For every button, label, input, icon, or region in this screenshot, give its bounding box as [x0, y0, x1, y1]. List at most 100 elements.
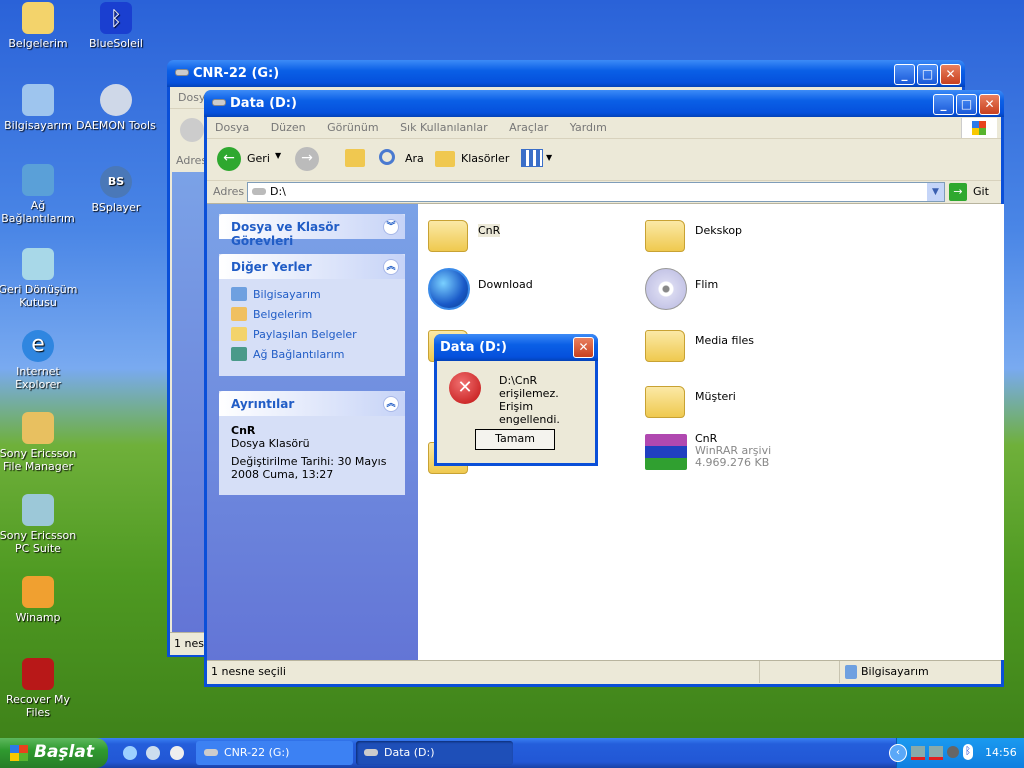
drive-icon [252, 188, 266, 195]
ie-quicklaunch-icon[interactable] [123, 746, 137, 760]
collapse-icon[interactable]: ︽ [383, 259, 399, 275]
back-button[interactable]: ← Geri ▼ [217, 147, 285, 171]
ok-button[interactable]: Tamam [475, 429, 555, 450]
desktop-icon-belgelerim[interactable]: Belgelerim [0, 2, 78, 50]
desktop-icon-se-file-manager[interactable]: Sony Ericsson File Manager [0, 412, 78, 473]
show-hidden-icons-button[interactable]: ‹ [889, 744, 907, 762]
go-button[interactable]: → Git [949, 183, 999, 201]
system-tray: ‹ ᛒ 14:56 [889, 738, 1024, 768]
maximize-button[interactable]: □ [956, 94, 977, 115]
media-player-quicklaunch-icon[interactable] [170, 746, 184, 760]
bluetooth-icon: ᛒ [100, 2, 132, 34]
daemon-tools-icon [100, 84, 132, 116]
file-item-dekskop[interactable]: Dekskop [645, 212, 845, 256]
menu-gorunum[interactable]: Görünüm [327, 121, 378, 134]
explorer-window[interactable]: Data (D:) _ □ ✕ Dosya Düzen Görünüm Sık … [204, 90, 1004, 687]
network-disconnected-icon[interactable] [911, 746, 925, 760]
desktop-quicklaunch-icon[interactable] [146, 746, 160, 760]
ie-icon: e [22, 330, 54, 362]
file-item-musteri[interactable]: Müşteri [645, 378, 845, 422]
file-item-cnr-archive[interactable]: CnR WinRAR arşivi 4.969.276 KB [645, 430, 845, 474]
details-type: Dosya Klasörü [231, 437, 310, 450]
chevron-down-icon[interactable]: ▼ [927, 183, 944, 201]
expand-icon[interactable]: ︾ [383, 219, 399, 235]
windows-logo-icon [10, 745, 28, 761]
link-bilgisayarim[interactable]: Bilgisayarım [219, 285, 405, 305]
menubar: Dosya Düzen Görünüm Sık Kullanılanlar Ar… [207, 117, 1001, 139]
error-dialog[interactable]: Data (D:) ✕ ✕ D:\CnR erişilemez. Erişim … [434, 334, 598, 466]
file-item-flim[interactable]: Flim [645, 266, 845, 310]
pc-suite-icon [22, 494, 54, 526]
file-folder-tasks-panel[interactable]: Dosya ve Klasör Görevleri ︾ [219, 214, 405, 248]
start-button[interactable]: Başlat [0, 738, 108, 768]
network-icon [231, 347, 247, 361]
file-item-download[interactable]: Download [428, 266, 628, 310]
recycle-bin-icon [22, 248, 54, 280]
forward-button[interactable]: → [295, 147, 319, 171]
desktop-icon-bluesoleil[interactable]: ᛒ BlueSoleil [76, 2, 156, 50]
task-pane: Dosya ve Klasör Görevleri ︾ Diğer Yerler ︽… [207, 204, 418, 660]
details-panel: Ayrıntılar ︽ CnR Dosya Klasörü Değiştiril… [219, 391, 405, 495]
link-network[interactable]: Ağ Bağlantılarım [219, 345, 405, 365]
menu-dosya[interactable]: Dosya [215, 121, 249, 134]
other-places-panel: Diğer Yerler ︽ Bilgisayarım Belgelerim Pa… [219, 254, 405, 376]
desktop-icon-network[interactable]: Ağ Bağlantılarım [0, 164, 78, 225]
desktop-icon-recycle[interactable]: Geri Dönüşüm Kutusu [0, 248, 78, 309]
details-name: CnR [231, 424, 256, 437]
back-arrow-icon[interactable] [180, 118, 204, 142]
file-manager-icon [22, 412, 54, 444]
menu-favorites[interactable]: Sık Kullanılanlar [400, 121, 488, 134]
winamp-icon [22, 576, 54, 608]
file-item-cnr-folder[interactable]: CnR [428, 212, 628, 256]
search-button[interactable]: Ara [379, 147, 429, 171]
menu-araclar[interactable]: Araçlar [509, 121, 548, 134]
desktop-icon-se-pc-suite[interactable]: Sony Ericsson PC Suite [0, 494, 78, 555]
maximize-button[interactable]: □ [917, 64, 938, 85]
menu-yardim[interactable]: Yardım [570, 121, 607, 134]
network-disconnected-icon[interactable] [929, 746, 943, 760]
chevron-down-icon[interactable]: ▼ [275, 151, 281, 160]
folders-button[interactable]: Klasörler [435, 147, 515, 171]
desktop-icon-ie[interactable]: e Internet Explorer [0, 330, 78, 391]
views-button[interactable]: ▼ [521, 149, 555, 169]
collapse-icon[interactable]: ︽ [383, 396, 399, 412]
error-message: D:\CnR erişilemez. [499, 374, 559, 400]
taskbar-task-data[interactable]: Data (D:) [356, 741, 513, 765]
address-input[interactable]: D:\ ▼ [247, 182, 945, 202]
folder-icon [231, 327, 247, 341]
link-shared-documents[interactable]: Paylaşılan Belgeler [219, 325, 405, 345]
winrar-icon [645, 434, 687, 470]
link-belgelerim[interactable]: Belgelerim [219, 305, 405, 325]
folder-icon [645, 330, 685, 362]
back-window-titlebar[interactable]: CNR-22 (G:) _ □ ✕ [167, 60, 965, 87]
window-titlebar[interactable]: Data (D:) _ □ ✕ [204, 90, 1004, 117]
volume-icon[interactable] [947, 746, 959, 758]
up-folder-icon[interactable] [345, 149, 365, 167]
go-arrow-icon: → [949, 183, 967, 201]
minimize-button[interactable]: _ [894, 64, 915, 85]
my-computer-icon [22, 84, 54, 116]
desktop-icon-recover[interactable]: Recover My Files [0, 658, 78, 719]
folder-icon [428, 220, 468, 252]
file-item-media-files[interactable]: Media files [645, 322, 845, 366]
network-icon [22, 164, 54, 196]
desktop-icon-bilgisayarim[interactable]: Bilgisayarım [0, 84, 78, 132]
windows-logo-icon [961, 118, 997, 138]
status-bar: 1 nesne seçili Bilgisayarım [207, 660, 1001, 683]
close-button[interactable]: ✕ [940, 64, 961, 85]
address-label: Adres [213, 185, 245, 198]
menu-duzen[interactable]: Düzen [271, 121, 306, 134]
my-computer-icon [845, 665, 857, 679]
desktop-icon-daemon[interactable]: DAEMON Tools [76, 84, 156, 132]
bluetooth-icon[interactable]: ᛒ [963, 744, 973, 760]
dvd-icon [645, 268, 687, 310]
dialog-close-button[interactable]: ✕ [573, 337, 594, 358]
error-detail: Erişim engellendi. [499, 400, 560, 426]
dialog-titlebar[interactable]: Data (D:) ✕ [434, 334, 598, 361]
minimize-button[interactable]: _ [933, 94, 954, 115]
desktop-icon-winamp[interactable]: Winamp [0, 576, 78, 624]
close-button[interactable]: ✕ [979, 94, 1000, 115]
clock[interactable]: 14:56 [985, 746, 1017, 759]
taskbar-task-cnr22[interactable]: CNR-22 (G:) [196, 741, 353, 765]
desktop-icon-bsplayer[interactable]: BS BSplayer [76, 166, 156, 214]
